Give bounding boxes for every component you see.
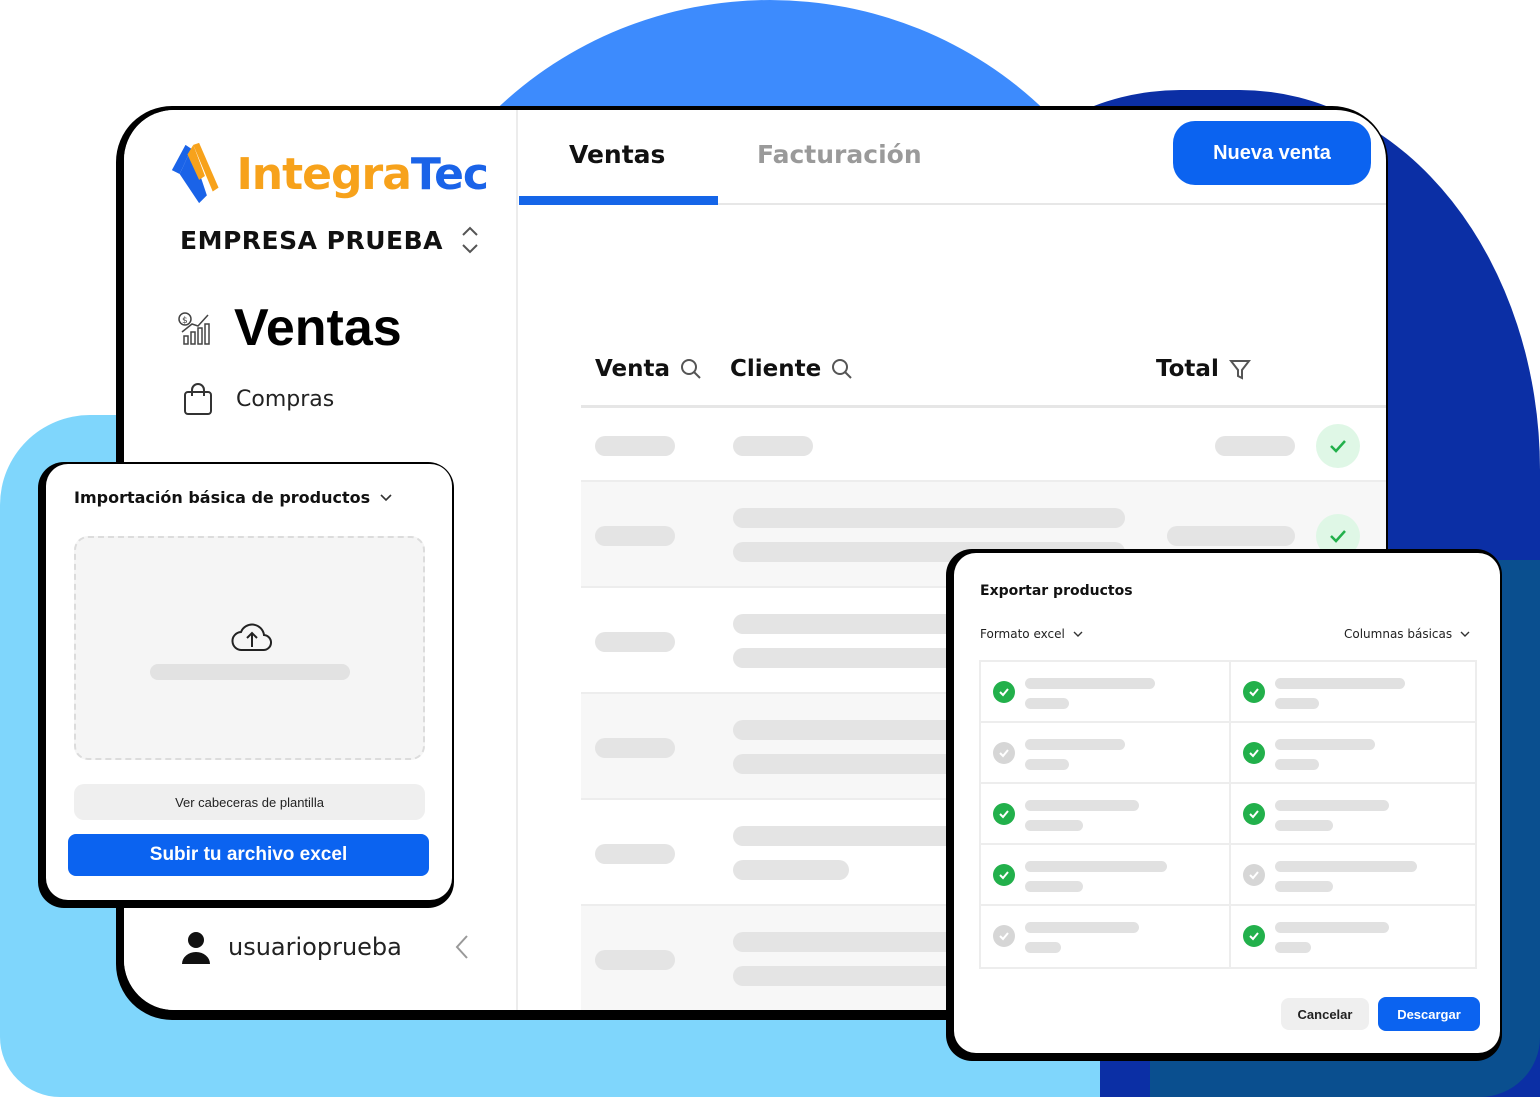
check-circle-icon[interactable] [993,803,1015,825]
cancel-button[interactable]: Cancelar [1281,998,1369,1030]
chevron-up-down-icon [462,226,478,254]
import-type-dropdown[interactable]: Importación básica de productos [74,488,392,507]
columns-dropdown[interactable]: Columnas básicas [1344,627,1470,641]
sidebar-item-ventas[interactable]: $ Ventas [176,298,402,358]
check-circle-icon[interactable] [1243,803,1265,825]
placeholder-bar [1275,820,1333,831]
brand-logo[interactable]: IntegraTec [168,138,489,210]
chevron-down-icon [380,493,392,501]
placeholder-bar [595,738,675,758]
column-option[interactable] [981,784,1229,845]
sidebar-item-label: Compras [236,386,335,412]
placeholder-bar [733,436,813,456]
placeholder-bar [595,950,675,970]
placeholder-bar [1025,698,1069,709]
placeholder-bar [1025,942,1061,953]
check-circle-icon[interactable] [1243,864,1265,886]
placeholder-bar [595,436,675,456]
placeholder-bar [1215,436,1295,456]
placeholder-bar [1025,861,1167,872]
placeholder-bar [733,508,1125,528]
placeholder-bar [1275,678,1405,689]
import-card: Importación básica de productos Ver cabe… [46,464,452,900]
chevron-down-icon [1073,631,1083,637]
active-tab-indicator [519,196,718,205]
chevron-left-icon[interactable] [454,934,470,960]
placeholder-bar [1025,881,1083,892]
upload-excel-button[interactable]: Subir tu archivo excel [68,834,429,876]
placeholder-bar [1025,800,1139,811]
company-selector[interactable]: EMPRESA PRUEBA [180,220,480,260]
shopping-bag-icon [184,383,212,415]
column-venta[interactable]: Venta [595,356,702,382]
column-option[interactable] [981,845,1229,906]
placeholder-bar [733,860,849,880]
column-cliente[interactable]: Cliente [730,356,853,382]
column-option[interactable] [1229,845,1477,906]
check-circle-icon[interactable] [993,681,1015,703]
placeholder-bar [1275,739,1375,750]
format-dropdown[interactable]: Formato excel [980,627,1083,641]
search-icon[interactable] [831,358,853,380]
placeholder-bar [1025,759,1069,770]
column-option[interactable] [1229,662,1477,723]
placeholder-bar [150,664,350,680]
column-option[interactable] [981,906,1229,967]
export-card: Exportar productos Formato excel Columna… [954,553,1500,1053]
company-name: EMPRESA PRUEBA [180,225,444,255]
sales-chart-icon: $ [178,312,210,345]
check-circle-icon[interactable] [993,925,1015,947]
download-button[interactable]: Descargar [1378,997,1480,1031]
search-icon[interactable] [680,358,702,380]
placeholder-bar [1275,698,1319,709]
user-icon [182,932,210,964]
columns-grid [979,660,1477,969]
placeholder-bar [1275,800,1389,811]
user-profile[interactable]: usuarioprueba [180,925,470,969]
placeholder-bar [1275,942,1311,953]
column-option[interactable] [981,723,1229,784]
column-option[interactable] [1229,723,1477,784]
check-circle-icon[interactable] [993,864,1015,886]
check-circle-icon[interactable] [1243,681,1265,703]
column-option[interactable] [1229,906,1477,967]
placeholder-bar [1025,739,1125,750]
placeholder-bar [595,844,675,864]
file-dropzone[interactable] [74,536,425,760]
placeholder-bar [1167,526,1295,546]
export-title: Exportar productos [980,583,1133,599]
new-sale-button[interactable]: Nueva venta [1173,121,1371,185]
logo-mark-icon [171,142,219,204]
sidebar-item-label: Ventas [234,299,402,357]
table-header: Venta Cliente Total [581,346,1386,408]
tab-facturacion[interactable]: Facturación [757,140,922,169]
chevron-down-icon [1460,631,1470,637]
brand-name: IntegraTec [236,148,489,200]
placeholder-bar [1275,759,1319,770]
check-circle-icon[interactable] [1243,742,1265,764]
placeholder-bar [1275,861,1417,872]
placeholder-bar [1275,881,1333,892]
cloud-upload-icon [231,623,272,652]
column-option[interactable] [1229,784,1477,845]
username: usuarioprueba [228,933,402,961]
tab-ventas[interactable]: Ventas [569,140,665,169]
placeholder-bar [1025,678,1155,689]
placeholder-bar [1025,922,1139,933]
svg-text:$: $ [182,316,188,326]
placeholder-bar [595,526,675,546]
view-headers-button[interactable]: Ver cabeceras de plantilla [74,784,425,820]
column-total[interactable]: Total [1156,356,1251,382]
table-row[interactable] [581,408,1386,482]
filter-icon[interactable] [1228,358,1251,380]
check-circle-icon[interactable] [993,742,1015,764]
placeholder-bar [1275,922,1389,933]
status-ok-icon [1316,424,1360,468]
sidebar-item-compras[interactable]: Compras [182,382,334,416]
column-option[interactable] [981,662,1229,723]
placeholder-bar [595,632,675,652]
check-circle-icon[interactable] [1243,925,1265,947]
placeholder-bar [1025,820,1083,831]
